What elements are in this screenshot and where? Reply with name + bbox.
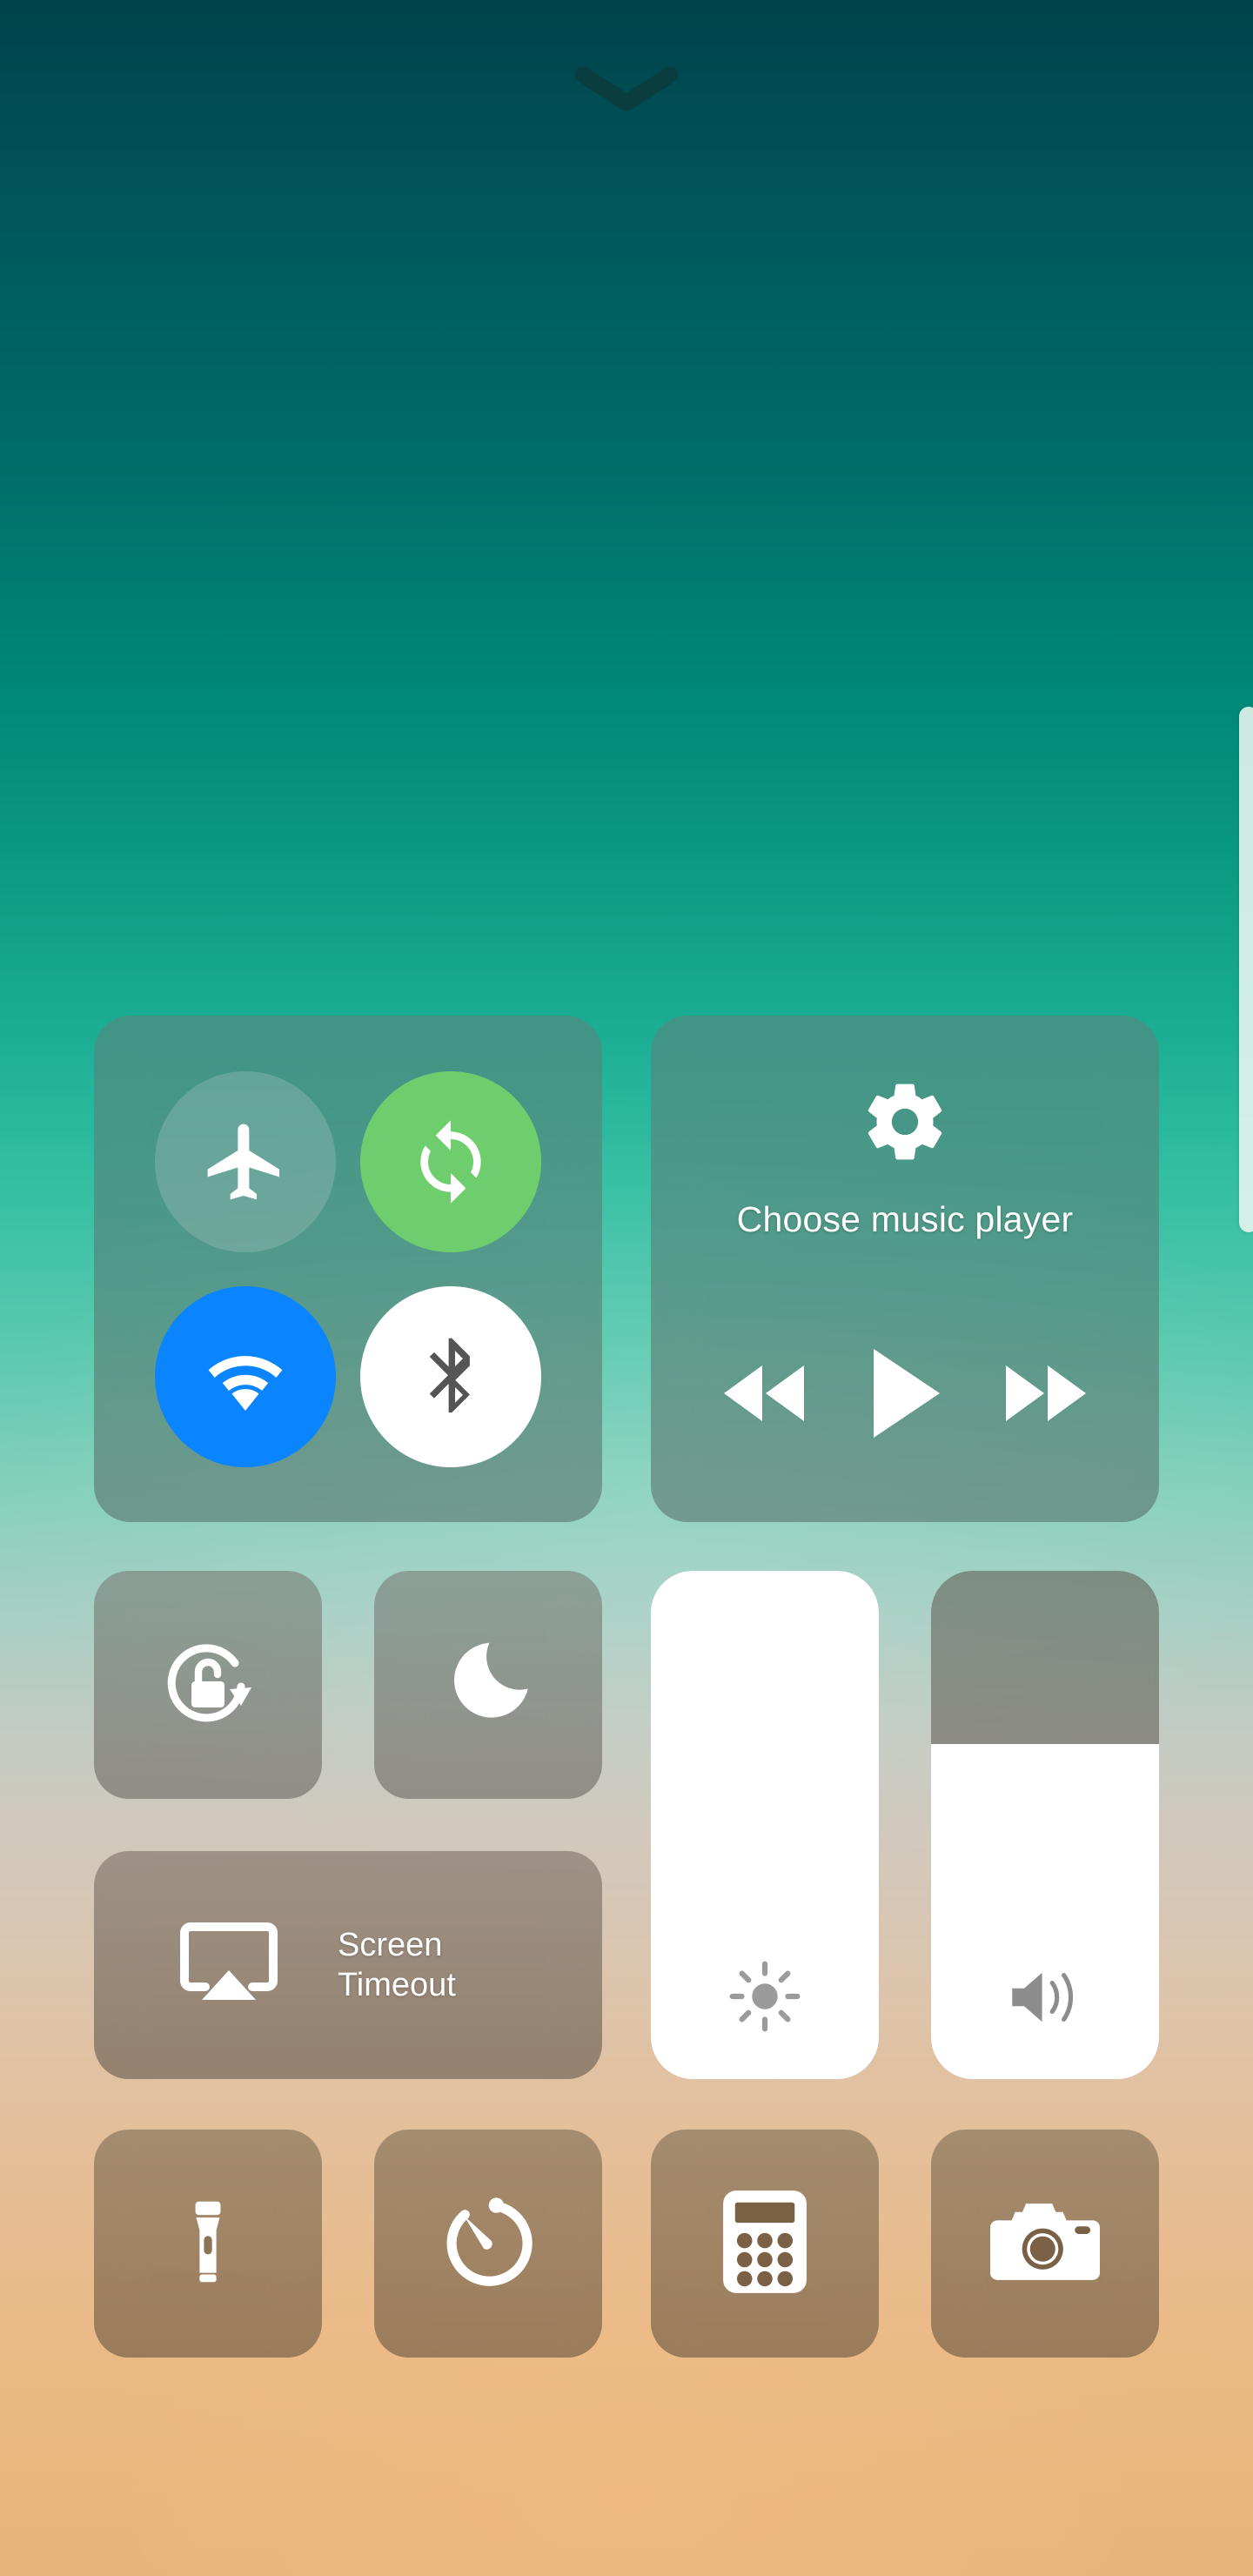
play-icon <box>867 1345 943 1446</box>
timer-shortcut[interactable] <box>374 2130 602 2358</box>
control-center-screen: Choose music player Screen Timeout <box>0 0 1253 2576</box>
previous-track-button[interactable] <box>717 1358 811 1433</box>
calculator-shortcut[interactable] <box>651 2130 879 2358</box>
play-button[interactable] <box>867 1345 943 1446</box>
music-settings-button[interactable] <box>860 1077 950 1171</box>
wifi-toggle[interactable] <box>155 1285 336 1467</box>
camera-icon <box>990 2196 1100 2292</box>
mobile-data-toggle[interactable] <box>360 1070 541 1252</box>
screen-timeout-label-line1: Screen <box>338 1926 443 1963</box>
volume-slider[interactable] <box>931 1571 1159 2079</box>
rewind-icon <box>717 1358 811 1433</box>
speaker-icon <box>931 1961 1159 2034</box>
next-track-button[interactable] <box>999 1358 1093 1433</box>
airplane-icon <box>200 1117 291 1207</box>
flashlight-shortcut[interactable] <box>94 2130 322 2358</box>
timer-icon <box>438 2191 539 2297</box>
screen-timeout-tile[interactable]: Screen Timeout <box>94 1851 602 2079</box>
control-center-panels: Choose music player Screen Timeout <box>0 0 1253 2576</box>
calculator-icon <box>718 2187 812 2301</box>
connectivity-panel <box>94 1016 602 1522</box>
screen-timeout-label: Screen Timeout <box>338 1925 520 2006</box>
music-player-panel: Choose music player <box>651 1016 1159 1522</box>
bluetooth-toggle[interactable] <box>360 1285 541 1467</box>
rotation-lock-icon <box>152 1627 264 1743</box>
music-player-title: Choose music player <box>736 1199 1074 1239</box>
screen-cast-icon <box>176 1920 282 2011</box>
airplane-mode-toggle[interactable] <box>155 1070 336 1252</box>
do-not-disturb-tile[interactable] <box>374 1571 602 1799</box>
wifi-icon <box>200 1332 291 1422</box>
gear-icon <box>860 1083 950 1171</box>
bluetooth-icon <box>405 1332 496 1422</box>
flashlight-icon <box>163 2197 253 2291</box>
sync-icon <box>405 1117 496 1207</box>
fast-forward-icon <box>999 1358 1093 1433</box>
moon-icon <box>439 1634 537 1736</box>
rotation-lock-tile[interactable] <box>94 1571 322 1799</box>
sun-icon <box>651 1959 879 2034</box>
screen-timeout-label-line2: Timeout <box>338 1967 456 2003</box>
camera-shortcut[interactable] <box>931 2130 1159 2358</box>
brightness-slider[interactable] <box>651 1571 879 2079</box>
music-transport-controls <box>651 1345 1159 1446</box>
